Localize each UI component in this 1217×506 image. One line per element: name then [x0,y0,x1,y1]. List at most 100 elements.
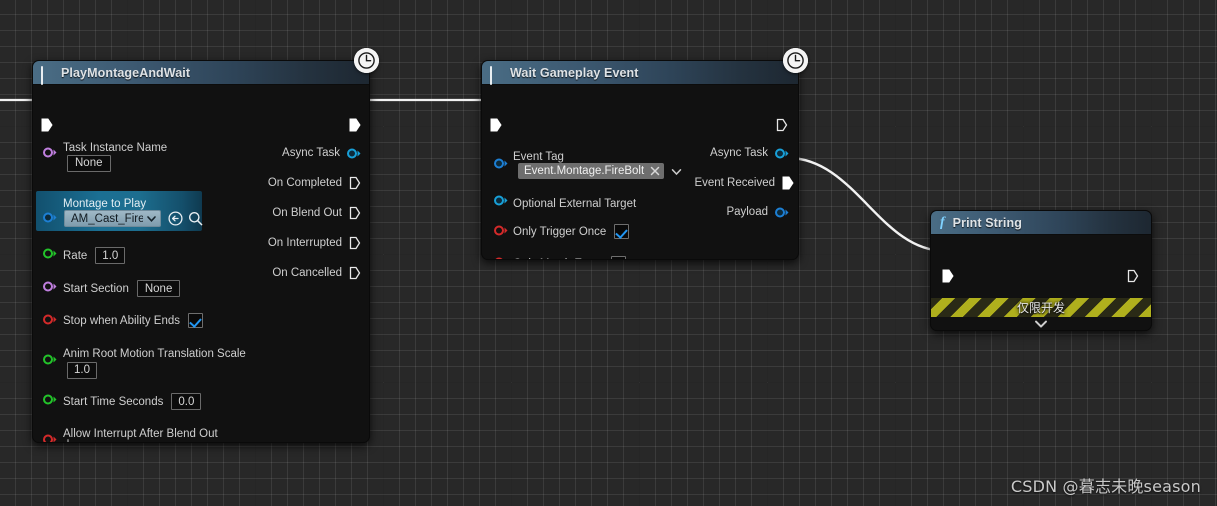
node-body: Event Tag Event.Montage.FireBolt Optiona… [482,85,798,259]
node-body: Task Instance Name None Montage to Play [33,85,369,442]
pin-async-task[interactable]: Async Task [282,147,361,159]
pin-montage-to-play[interactable] [43,212,57,223]
label-async-task: Async Task [282,147,340,159]
input-rate[interactable]: 1.0 [95,247,126,264]
checkbox-only-match-exact[interactable] [611,256,627,259]
label-allow-interrupt-after-blend-out: Allow Interrupt After Blend Out [63,428,218,440]
input-anim-root-motion-translation-scale[interactable]: 1.0 [67,361,97,379]
watermark-text: CSDN @暮志未晚season [1010,477,1201,496]
node-title-bar[interactable]: Wait Gameplay Event [482,61,798,85]
exec-pin-icon [782,176,794,190]
pin-allow-interrupt-after-blend-out[interactable] [43,434,57,442]
label-only-match-exact: Only Match Exact [513,258,603,260]
exec-pin-icon [349,176,361,190]
checkbox-allow-interrupt-after-blend-out[interactable] [67,439,69,442]
exec-pin-icon [349,266,361,280]
pin-task-instance-name[interactable] [43,147,57,158]
exec-pin-icon [349,236,361,250]
exec-pin-icon [349,206,361,220]
browse-icon[interactable] [168,211,183,226]
node-play-montage-and-wait[interactable]: PlayMontageAndWait Task Instance Name No… [32,60,370,443]
pin-on-cancelled[interactable]: On Cancelled [272,266,361,280]
pin-stop-when-ability-ends[interactable] [43,314,57,325]
label-async-task: Async Task [710,147,768,159]
node-print-string[interactable]: f Print String 仅限开发 [930,210,1152,331]
pin-exec-out[interactable] [1127,269,1139,283]
label-event-tag: Event Tag [513,151,564,163]
label-optional-external-target: Optional External Target [513,198,637,210]
label-only-trigger-once: Only Trigger Once [513,225,607,238]
pin-exec-in[interactable] [942,269,954,283]
checkbox-only-trigger-once[interactable] [614,224,630,239]
data-pin-icon [43,354,57,365]
pin-on-completed[interactable]: On Completed [268,176,361,190]
label-payload: Payload [726,206,768,218]
pin-optional-external-target[interactable] [494,195,508,206]
data-pin-icon [43,314,57,325]
input-start-section[interactable]: None [136,280,181,297]
development-only-band: 仅限开发 [931,298,1151,317]
node-box-icon [41,66,54,85]
pin-anim-root-motion-translation-scale[interactable] [43,354,57,365]
pin-start-time-seconds[interactable] [43,394,57,405]
pin-exec-in[interactable] [490,118,502,132]
data-pin-icon [494,158,508,169]
data-pin-icon [494,225,508,236]
montage-asset-value: AM_Cast_FireB [71,212,143,225]
exec-pin-icon [41,118,53,132]
clock-icon [354,48,379,73]
input-start-time-seconds[interactable]: 0.0 [171,393,202,410]
pin-exec-out[interactable] [349,118,361,132]
input-event-tag-chip[interactable]: Event.Montage.FireBolt [518,163,665,179]
pin-on-interrupted[interactable]: On Interrupted [268,236,361,250]
node-title-bar[interactable]: f Print String [931,211,1151,235]
node-wait-gameplay-event[interactable]: Wait Gameplay Event Event Tag Event.Mont… [481,60,799,260]
close-icon[interactable] [649,165,661,177]
label-start-section: Start Section [63,282,129,295]
data-pin-icon [347,148,361,158]
expand-node-button[interactable] [931,317,1151,330]
exec-pin-icon [349,118,361,132]
data-pin-icon [494,195,508,206]
pin-only-trigger-once[interactable] [494,225,508,236]
pin-event-tag[interactable] [494,158,508,169]
data-pin-icon [775,148,789,158]
search-icon[interactable] [188,211,203,226]
node-title-label: PlayMontageAndWait [61,65,191,80]
latent-clock-icon-wait-gameplay-event [783,48,808,73]
pin-on-blend-out[interactable]: On Blend Out [272,206,361,220]
pin-exec-in[interactable] [41,118,53,132]
chevron-down-icon[interactable] [671,166,682,177]
label-on-cancelled: On Cancelled [272,267,342,279]
node-title-bar[interactable]: PlayMontageAndWait [33,61,369,85]
blueprint-graph-canvas[interactable]: PlayMontageAndWait Task Instance Name No… [0,0,1217,506]
chevron-down-icon [1035,320,1047,328]
exec-pin-icon [776,118,788,132]
label-on-blend-out: On Blend Out [272,207,342,219]
pin-exec-out[interactable] [776,118,788,132]
pin-rate[interactable] [43,248,57,259]
pin-async-task[interactable]: Async Task [710,147,789,159]
data-pin-icon [43,281,57,292]
chevron-down-icon [147,216,156,222]
label-on-completed: On Completed [267,177,342,189]
label-event-received: Event Received [694,177,775,189]
checkbox-stop-when-ability-ends[interactable] [188,313,203,328]
label-rate: Rate [63,249,88,262]
data-pin-icon [495,257,503,259]
latent-clock-icon-play-montage [354,48,379,73]
event-tag-value: Event.Montage.FireBolt [524,165,645,177]
pin-start-section[interactable] [43,281,57,292]
exec-pin-icon [1127,269,1139,283]
data-pin-icon [43,212,57,223]
input-task-instance-name[interactable]: None [67,154,111,172]
pin-event-received[interactable]: Event Received [694,176,794,190]
pin-payload[interactable]: Payload [726,206,789,218]
data-pin-icon [775,207,789,217]
label-start-time-seconds: Start Time Seconds [63,395,164,408]
input-montage-to-play-combo[interactable]: AM_Cast_FireB [64,210,161,227]
label-anim-root-motion-translation-scale: Anim Root Motion Translation Scale [63,348,246,360]
label-on-interrupted: On Interrupted [267,237,342,249]
pin-only-match-exact[interactable] [494,257,508,259]
node-title-label: Print String [952,215,1022,230]
